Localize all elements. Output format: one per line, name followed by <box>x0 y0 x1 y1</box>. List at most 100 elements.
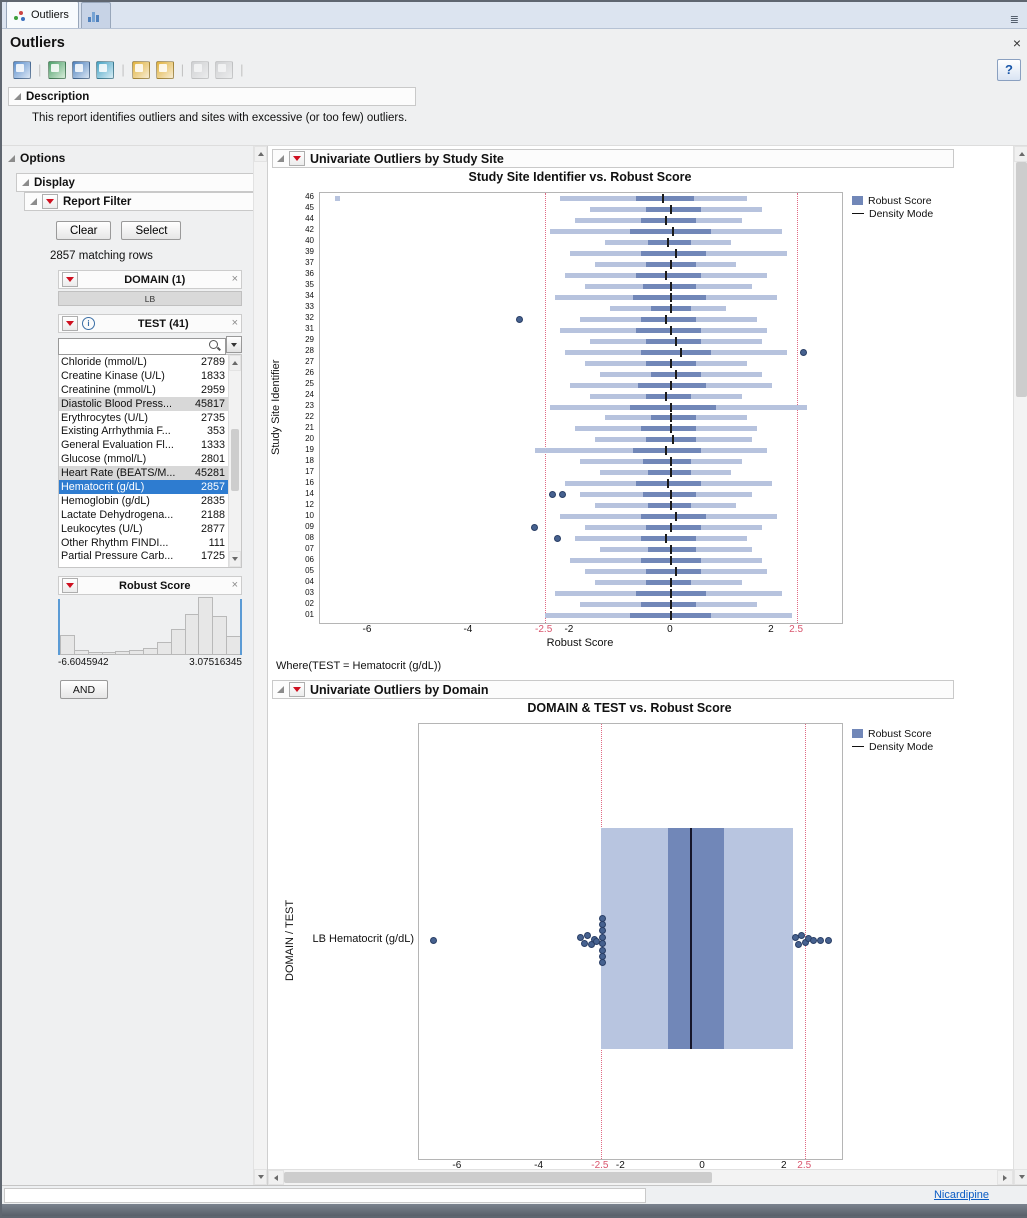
horizontal-scrollbar[interactable] <box>268 1169 1013 1185</box>
iqr-bar[interactable] <box>641 317 697 322</box>
collapse-triangle-icon[interactable] <box>22 179 29 186</box>
scrollbar-thumb[interactable] <box>231 429 239 491</box>
scroll-left-icon[interactable] <box>268 1170 284 1185</box>
test-list-item[interactable]: Other Rhythm FINDI...111 <box>59 536 228 550</box>
iqr-bar[interactable] <box>646 569 702 574</box>
domain-selected-bar[interactable]: LB <box>58 291 242 306</box>
red-triangle-menu-icon[interactable] <box>62 316 78 331</box>
test-list-item[interactable]: Chloride (mmol/L)2789 <box>59 355 228 369</box>
vertical-scrollbar[interactable] <box>1013 146 1027 1185</box>
iqr-bar[interactable] <box>646 525 702 530</box>
options-header[interactable]: Options <box>8 151 253 165</box>
outlier-point[interactable] <box>549 491 556 498</box>
data-table-icon[interactable] <box>45 58 69 82</box>
test-search-input[interactable] <box>58 338 226 355</box>
iqr-bar[interactable] <box>636 328 702 333</box>
outlier-point[interactable] <box>825 937 832 944</box>
window-list-icon[interactable]: ≣ <box>1006 11 1023 28</box>
outlier-point[interactable] <box>798 932 805 939</box>
outlier-point[interactable] <box>817 937 824 944</box>
iqr-bar[interactable] <box>641 218 697 223</box>
iqr-bar[interactable] <box>641 514 707 519</box>
iqr-bar[interactable] <box>641 350 712 355</box>
collapse-triangle-icon[interactable] <box>277 155 284 162</box>
extreme-point[interactable] <box>335 196 340 201</box>
red-triangle-menu-icon[interactable] <box>62 272 78 287</box>
iqr-bar[interactable] <box>648 240 691 245</box>
iqr-bar[interactable] <box>641 426 697 431</box>
iqr-bar[interactable] <box>646 580 691 585</box>
search-options-dropdown[interactable] <box>226 336 242 353</box>
save-report-icon[interactable] <box>10 58 34 82</box>
annotate-icon[interactable] <box>129 58 153 82</box>
report-filter-header[interactable]: Report Filter <box>24 192 253 211</box>
test-list-item[interactable]: Hemoglobin (g/dL)2835 <box>59 494 228 508</box>
test-list-item[interactable]: Erythrocytes (U/L)2735 <box>59 411 228 425</box>
outlier-point[interactable] <box>795 941 802 948</box>
red-triangle-menu-icon[interactable] <box>289 151 305 166</box>
test-list-item[interactable]: Leukocytes (U/L)2877 <box>59 522 228 536</box>
iqr-bar[interactable] <box>646 394 691 399</box>
study-link[interactable]: Nicardipine <box>934 1189 989 1201</box>
outlier-point[interactable] <box>531 524 538 531</box>
test-list-item[interactable]: Existing Arrhythmia F...353 <box>59 424 228 438</box>
range-handle-min[interactable] <box>58 599 60 655</box>
plot-area[interactable] <box>319 192 843 624</box>
test-list-item[interactable]: Partial Pressure Carb...1725 <box>59 549 228 563</box>
iqr-bar[interactable] <box>641 602 697 607</box>
summary-table-icon[interactable] <box>69 58 93 82</box>
iqr-bar[interactable] <box>638 383 706 388</box>
iqr-bar[interactable] <box>646 437 696 442</box>
section-header-univariate-by-study-site[interactable]: Univariate Outliers by Study Site <box>272 149 954 168</box>
range-handle-max[interactable] <box>240 599 242 655</box>
section-header-univariate-by-domain[interactable]: Univariate Outliers by Domain <box>272 680 954 699</box>
test-list-item[interactable]: Diastolic Blood Press...45817 <box>59 397 228 411</box>
journal-icon[interactable] <box>93 58 117 82</box>
outlier-point[interactable] <box>581 940 588 947</box>
scrollbar-thumb[interactable] <box>284 1172 712 1183</box>
display-header[interactable]: Display <box>16 173 253 192</box>
close-icon[interactable]: × <box>232 274 238 285</box>
iqr-bar[interactable] <box>648 547 696 552</box>
collapse-triangle-icon[interactable] <box>30 198 37 205</box>
iqr-bar[interactable] <box>641 251 707 256</box>
collapse-triangle-icon[interactable] <box>8 155 15 162</box>
outlier-point[interactable] <box>516 316 523 323</box>
close-icon[interactable]: × <box>232 318 238 329</box>
scroll-up-icon[interactable] <box>1014 146 1027 162</box>
tab-outliers[interactable]: Outliers <box>6 1 79 28</box>
iqr-bar[interactable] <box>636 273 702 278</box>
iqr-bar[interactable] <box>643 459 691 464</box>
iqr-bar[interactable] <box>630 405 716 410</box>
notes-icon[interactable] <box>153 58 177 82</box>
iqr-bar[interactable] <box>636 196 694 201</box>
iqr-bar[interactable] <box>646 339 702 344</box>
scroll-up-icon[interactable] <box>254 146 267 162</box>
iqr-bar[interactable] <box>641 536 697 541</box>
red-triangle-menu-icon[interactable] <box>289 682 305 697</box>
and-button[interactable]: AND <box>60 680 108 699</box>
scroll-down-icon[interactable] <box>229 551 241 567</box>
tab-chart[interactable] <box>81 2 111 28</box>
outlier-point[interactable] <box>800 349 807 356</box>
test-list-item[interactable]: General Evaluation Fl...1333 <box>59 438 228 452</box>
scroll-right-icon[interactable] <box>997 1170 1013 1185</box>
scroll-up-icon[interactable] <box>229 355 241 371</box>
scroll-down-icon[interactable] <box>1014 1169 1027 1185</box>
outlier-point[interactable] <box>559 491 566 498</box>
scroll-down-icon[interactable] <box>254 1169 267 1185</box>
scrollbar-thumb[interactable] <box>1016 162 1027 397</box>
options-scrollbar[interactable] <box>253 146 267 1185</box>
iqr-bar[interactable] <box>646 207 702 212</box>
test-list-item[interactable]: Creatine Kinase (U/L)1833 <box>59 369 228 383</box>
test-list-item[interactable]: Lactate Dehydrogena...2188 <box>59 508 228 522</box>
outlier-point[interactable] <box>554 535 561 542</box>
collapse-triangle-icon[interactable] <box>14 93 21 100</box>
test-list-item[interactable]: Creatinine (mmol/L)2959 <box>59 383 228 397</box>
clear-button[interactable]: Clear <box>56 221 111 240</box>
collapse-triangle-icon[interactable] <box>277 686 284 693</box>
test-list-scrollbar[interactable] <box>228 355 241 567</box>
iqr-box[interactable] <box>668 828 723 1049</box>
outlier-point[interactable] <box>810 937 817 944</box>
iqr-bar[interactable] <box>633 448 701 453</box>
